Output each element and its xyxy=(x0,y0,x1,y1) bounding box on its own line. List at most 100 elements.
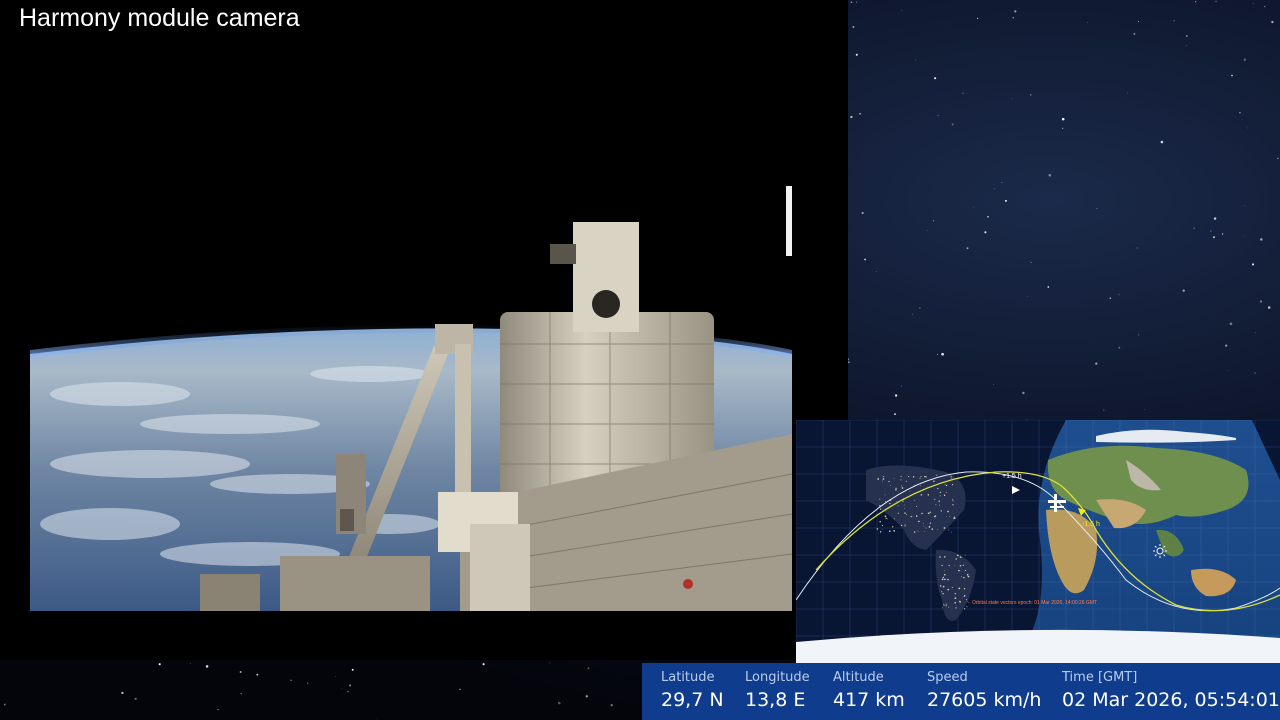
city-light xyxy=(936,474,938,476)
city-light xyxy=(933,480,935,482)
city-light xyxy=(889,502,891,505)
star xyxy=(3,703,6,706)
star xyxy=(852,25,855,29)
camera-feed-image xyxy=(30,54,792,611)
longitude-label: Longitude xyxy=(745,670,810,685)
city-light xyxy=(921,512,923,515)
star xyxy=(984,231,987,234)
city-light xyxy=(941,564,943,567)
city-light xyxy=(929,512,930,513)
city-light xyxy=(923,530,925,532)
star xyxy=(1254,372,1256,374)
star xyxy=(1186,45,1187,46)
city-light xyxy=(944,573,946,576)
latitude-readout: Latitude 29,7 N xyxy=(661,670,724,712)
star xyxy=(134,697,137,700)
city-light xyxy=(945,491,947,493)
city-light xyxy=(913,484,915,486)
star xyxy=(894,394,898,397)
city-light xyxy=(900,524,903,527)
camera-panel: Harmony module camera xyxy=(0,0,848,660)
star xyxy=(850,115,853,119)
star xyxy=(376,718,378,720)
city-light xyxy=(967,601,968,603)
latitude-value: 29,7 N xyxy=(661,689,724,711)
city-light xyxy=(903,504,905,506)
star xyxy=(341,688,342,689)
city-light xyxy=(961,576,962,577)
star xyxy=(1210,230,1212,232)
star xyxy=(1267,306,1271,309)
star xyxy=(1255,332,1257,333)
city-light xyxy=(881,525,883,527)
star xyxy=(976,17,979,20)
city-light xyxy=(884,494,886,496)
city-light xyxy=(946,516,948,517)
star xyxy=(1252,3,1254,5)
city-light xyxy=(939,504,941,506)
city-light xyxy=(948,564,950,567)
star xyxy=(1137,20,1140,22)
star xyxy=(847,361,850,364)
city-light xyxy=(966,599,968,601)
city-light xyxy=(939,585,942,587)
star xyxy=(1144,408,1145,410)
star xyxy=(1022,391,1025,395)
star xyxy=(864,258,866,261)
city-light xyxy=(895,487,897,490)
star xyxy=(1048,173,1052,177)
city-light xyxy=(953,516,955,518)
ground-track-map: +1.5 h -1.5 h Orbital state vectors epoc… xyxy=(796,420,1280,664)
star xyxy=(239,670,242,674)
star xyxy=(994,188,996,190)
star xyxy=(1004,199,1007,202)
city-light xyxy=(953,517,955,520)
city-light xyxy=(952,504,954,506)
star xyxy=(334,675,336,677)
city-light xyxy=(929,511,932,513)
star xyxy=(1109,297,1111,299)
star xyxy=(158,663,161,666)
city-light xyxy=(940,591,943,593)
city-light xyxy=(879,531,882,533)
city-light xyxy=(955,558,957,560)
star xyxy=(1221,233,1224,235)
city-light xyxy=(963,608,966,610)
city-light xyxy=(948,529,950,531)
latitude-label: Latitude xyxy=(661,670,715,685)
star xyxy=(1260,238,1263,241)
city-light xyxy=(881,528,883,530)
star xyxy=(121,691,124,695)
city-light xyxy=(941,607,943,609)
star xyxy=(875,271,877,273)
city-light xyxy=(879,520,881,523)
star xyxy=(1244,236,1245,237)
star xyxy=(1014,10,1017,13)
speed-value: 27605 km/h xyxy=(927,689,1042,711)
camera-title: Harmony module camera xyxy=(19,4,300,32)
star xyxy=(1239,111,1241,114)
city-light xyxy=(904,512,906,514)
city-light xyxy=(958,569,960,572)
star xyxy=(1247,127,1248,129)
star xyxy=(351,668,354,671)
city-light xyxy=(918,520,920,523)
star xyxy=(1244,205,1245,206)
city-light xyxy=(895,489,897,491)
city-light xyxy=(920,494,923,496)
city-light xyxy=(955,607,957,609)
city-light xyxy=(943,556,946,558)
city-light xyxy=(939,491,942,493)
city-light xyxy=(963,588,966,590)
city-light xyxy=(944,484,946,486)
altitude-value: 417 km xyxy=(833,689,905,711)
star xyxy=(549,662,551,664)
star xyxy=(587,667,590,670)
city-light xyxy=(947,510,949,513)
speed-label: Speed xyxy=(927,670,968,685)
star xyxy=(347,690,349,693)
star xyxy=(1103,409,1105,411)
star xyxy=(941,352,944,356)
star xyxy=(1030,262,1032,263)
altitude-readout: Altitude 417 km xyxy=(833,670,905,712)
